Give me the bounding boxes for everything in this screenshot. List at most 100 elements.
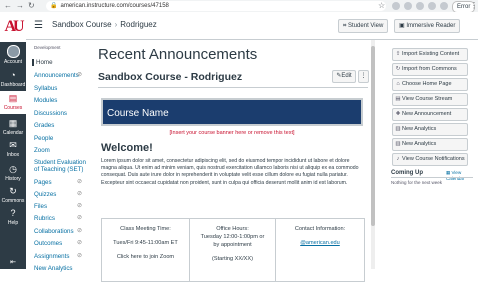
extension-icon[interactable] [392, 2, 400, 10]
course-nav-label: Pages [34, 179, 52, 186]
global-nav-history[interactable]: ◷ History [0, 163, 26, 182]
course-nav-syllabus[interactable]: Syllabus [34, 85, 86, 92]
view-course-stream-button[interactable]: ▤View Course Stream [392, 93, 468, 106]
analytics-icon: ▥ [395, 126, 401, 132]
global-nav-account[interactable]: Account [0, 45, 26, 65]
coming-up-empty: Nothing for the next week [391, 180, 443, 185]
announcement-icon: ✚ [395, 111, 401, 117]
extension-icon[interactable] [404, 2, 412, 10]
contact-title: Contact Information: [294, 226, 346, 232]
reload-icon[interactable]: ↻ [28, 1, 35, 11]
global-nav-courses[interactable]: ▤ Courses [0, 91, 26, 114]
breadcrumb-user: Rodriguez [120, 20, 157, 29]
course-nav-modules[interactable]: Modules [34, 97, 86, 104]
global-nav-help[interactable]: ? Help [0, 207, 26, 226]
immersive-reader-button[interactable]: ▣ Immersive Reader [394, 19, 461, 33]
course-nav-rubrics[interactable]: Rubrics ⊘ [34, 215, 86, 222]
global-nav-commons[interactable]: ↻ Commons [0, 185, 26, 204]
back-icon[interactable]: ← [4, 1, 12, 11]
view-calendar-link[interactable]: ▦ View Calendar [446, 170, 478, 181]
analytics-icon: ▥ [395, 141, 401, 147]
lock-icon: 🔒 [50, 3, 58, 9]
scrollbar-thumb[interactable] [371, 46, 375, 226]
course-nav-assignments[interactable]: Assignments ⊘ [34, 253, 86, 260]
course-nav-files[interactable]: Files ⊘ [34, 203, 86, 210]
main-scrollbar[interactable] [371, 40, 375, 269]
extension-icon[interactable] [428, 2, 436, 10]
calendar-icon: ▦ [8, 118, 18, 128]
course-nav-home[interactable]: Home [32, 59, 88, 66]
sidebar-button-label: New Announcement [402, 111, 452, 117]
global-nav-label: Inbox [6, 152, 20, 158]
more-options-icon[interactable]: ⋮ [358, 70, 369, 83]
office-hours-start: (Starting XX/XX) [211, 256, 254, 262]
student-view-button[interactable]: ⌗ Student View [338, 19, 389, 33]
hidden-eye-icon: ⊘ [76, 72, 82, 78]
extension-icon[interactable] [416, 2, 424, 10]
stream-icon: ▤ [395, 96, 401, 102]
student-view-label: Student View [348, 23, 384, 29]
breadcrumb-course[interactable]: Sandbox Course [52, 20, 112, 29]
hamburger-menu-icon[interactable]: ☰ [34, 21, 43, 31]
course-nav-label: Announcements [34, 72, 79, 79]
recent-announcements-heading: Recent Announcements [98, 46, 258, 63]
import-existing-content-button[interactable]: ⇪ Import Existing Content [392, 48, 468, 61]
browser-menu-icon[interactable]: ⋮ [470, 0, 478, 12]
contact-email-link[interactable]: @american.edu [276, 239, 364, 247]
course-nav-collaborations[interactable]: Collaborations ⊘ [34, 228, 86, 235]
hidden-eye-icon: ⊘ [76, 191, 82, 197]
global-nav-calendar[interactable]: ▦ Calendar [0, 117, 26, 136]
address-bar[interactable]: 🔒 american.instructure.com/courses/47158 [46, 1, 386, 11]
new-analytics-button[interactable]: ▥New Analytics [392, 123, 468, 136]
global-nav-label: Account [3, 59, 23, 65]
course-nav-discussions[interactable]: Discussions [34, 110, 86, 117]
welcome-heading: Welcome! [101, 142, 153, 154]
course-nav-grades[interactable]: Grades [34, 122, 86, 129]
logo-text: AU [4, 18, 24, 35]
zoom-link[interactable]: Click here to join Zoom [102, 253, 189, 261]
clock-icon: ◷ [9, 164, 17, 174]
sidebar-button-label: Choose Home Page [402, 81, 452, 87]
choose-home-page-button[interactable]: ⌂ Choose Home Page [392, 78, 468, 91]
meeting-time-title: Class Meeting Time: [120, 226, 171, 232]
import-from-commons-button[interactable]: ↻ Import from Commons [392, 63, 468, 76]
course-nav-label: People [34, 135, 54, 142]
course-nav-quizzes[interactable]: Quizzes ⊘ [34, 191, 86, 198]
commons-icon: ↻ [9, 186, 17, 196]
course-nav: Development Home Announcements ⊘ Syllabus… [26, 40, 88, 272]
welcome-paragraph: Lorem ipsum dolor sit amet, consectetur … [101, 158, 359, 186]
new-announcement-button[interactable]: ✚ New Announcement [392, 108, 468, 121]
course-nav-zoom[interactable]: Zoom [34, 147, 86, 154]
new-analytics-button[interactable]: ▥New Analytics [392, 138, 468, 151]
course-nav-pages[interactable]: Pages ⊘ [34, 179, 86, 186]
bell-icon: ♪ [396, 156, 400, 162]
breadcrumb-separator: › [114, 20, 118, 29]
sidebar-button-label: View Course Notifications [402, 156, 465, 162]
divider [391, 177, 473, 178]
course-nav-subtitle: Development [34, 45, 61, 50]
global-nav-dashboard[interactable]: ◔ Dashboard [0, 69, 26, 88]
university-logo[interactable]: AU [0, 12, 26, 42]
course-nav-announcements[interactable]: Announcements ⊘ [34, 72, 86, 79]
course-nav-people[interactable]: People [34, 135, 86, 142]
collapse-nav-icon[interactable]: ⇤ [0, 257, 26, 270]
course-nav-label: Modules [34, 97, 58, 104]
inbox-icon: ✉ [9, 140, 17, 150]
office-hours-value: Tuesday 12:00-1:00pm or by appointment [200, 234, 265, 248]
course-nav-set[interactable]: Student Evaluation of Teaching (SET) [34, 159, 86, 173]
course-nav-outcomes[interactable]: Outcomes ⊘ [34, 240, 86, 247]
bookmark-star-icon[interactable]: ☆ [378, 1, 385, 11]
forward-icon[interactable]: → [16, 1, 24, 11]
main-content: Recent Announcements Sandbox Course - Ro… [90, 40, 370, 282]
course-nav-label: Quizzes [34, 191, 57, 198]
global-nav: AU Account ◔ Dashboard ▤ Courses ▦ Calen… [0, 12, 26, 269]
global-nav-inbox[interactable]: ✉ Inbox [0, 139, 26, 158]
edit-button[interactable]: ✎Edit [332, 70, 356, 83]
global-nav-label: Help [7, 220, 19, 226]
profile-avatar-icon[interactable] [440, 2, 448, 10]
course-sidebar: ⇪ Import Existing Content ↻ Import from Co… [384, 40, 478, 269]
view-course-notifications-button[interactable]: ♪ View Course Notifications [392, 153, 468, 166]
office-hours-title: Office Hours: [216, 226, 249, 232]
office-hours-cell: Office Hours: Tuesday 12:00-1:00pm or by… [190, 219, 276, 281]
immersive-reader-label: Immersive Reader [406, 23, 456, 29]
